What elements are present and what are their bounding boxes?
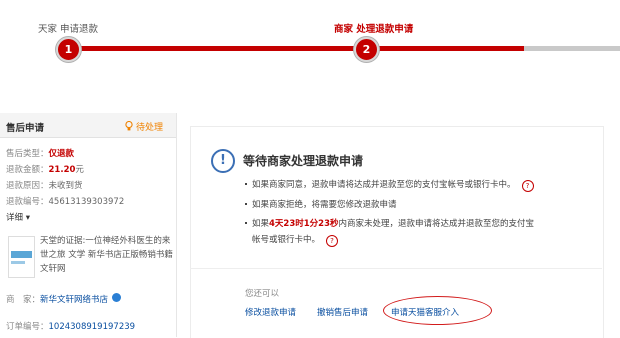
bullet-merchant-reject-text: 如果商家拒绝，将需要您修改退款申请 xyxy=(252,200,397,210)
refund-type-row: 售后类型：仅退款 xyxy=(6,147,74,159)
step2-label: 商家 处理退款申请 xyxy=(334,24,414,35)
refund-amount-key: 退款金额： xyxy=(6,165,49,175)
order-number-link[interactable]: 1024308919197239 xyxy=(49,322,136,332)
also-can-label: 您还可以 xyxy=(245,289,280,299)
pending-status: 待处理 xyxy=(125,120,163,133)
shop-link[interactable]: 新华文轩网络书店 xyxy=(40,295,108,305)
refund-amount-value: 21.20 xyxy=(48,165,76,175)
cancel-after-sale-link[interactable]: 撤销售后申请 xyxy=(317,306,368,318)
card-divider xyxy=(190,268,602,269)
product-title-link[interactable]: 天堂的证据:一位神经外科医生的来世之旅 文学 新华书店正版畅销书籍 文轩网 xyxy=(40,234,174,276)
modify-refund-link[interactable]: 修改退款申请 xyxy=(245,306,296,318)
help-icon[interactable]: ? xyxy=(521,180,534,192)
bulb-icon xyxy=(125,121,133,131)
refund-type-value: 仅退款 xyxy=(48,149,75,159)
progress-track-remaining xyxy=(524,46,620,51)
refund-number-row: 退款编号：45613139303972 xyxy=(6,195,124,207)
bullet-timeout: 如果4天23时1分23秒内商家未处理，退款申请将达成并退款至您的支付宝 xyxy=(245,217,534,229)
step2-circle: 2 xyxy=(354,37,379,62)
bullet-timeout-rest: 内商家未处理，退款申请将达成并退款至您的支付宝 xyxy=(338,219,535,229)
refund-amount-unit: 元 xyxy=(75,165,84,175)
highlight-oval xyxy=(383,296,492,325)
shop-key: 商 家： xyxy=(6,295,41,305)
bullet-timeout-line2: 帐号或银行卡中。? xyxy=(252,233,339,247)
step1-circle: 1 xyxy=(56,37,81,62)
after-sale-title: 售后申请 xyxy=(6,123,45,134)
refund-reason-value: 未收到货 xyxy=(48,181,83,191)
order-row: 订单编号：1024308919197239 xyxy=(6,320,135,332)
chat-icon[interactable] xyxy=(112,293,122,302)
shop-row: 商 家：新华文轩网络书店 xyxy=(6,293,122,305)
refund-type-key: 售后类型： xyxy=(6,149,49,159)
refund-reason-key: 退款原因： xyxy=(6,181,49,191)
info-icon: ! xyxy=(211,149,235,173)
bullet-timeout-prefix: 如果 xyxy=(252,219,270,229)
card-title: 等待商家处理退款申请 xyxy=(243,154,364,168)
order-key: 订单编号： xyxy=(6,322,49,332)
step1-label: 天家 申请退款 xyxy=(38,24,99,35)
bullet-merchant-agree-text: 如果商家同意，退款申请将达成并退款至您的支付宝帐号或银行卡中。 xyxy=(252,180,516,190)
refund-number-value: 45613139303972 xyxy=(48,197,125,207)
help-icon[interactable]: ? xyxy=(326,235,339,247)
refund-reason-row: 退款原因：未收到货 xyxy=(6,179,83,191)
refund-amount-row: 退款金额：21.20元 xyxy=(6,163,84,175)
after-sale-panel: 售后申请 待处理 售后类型：仅退款 退款金额：21.20元 退款原因：未收到货 … xyxy=(0,113,177,337)
detail-toggle[interactable]: 详细 ▾ xyxy=(6,211,30,223)
progress-track-done xyxy=(66,46,524,51)
bullet-merchant-reject: 如果商家拒绝，将需要您修改退款申请 xyxy=(245,198,397,210)
bullet-timeout-rest2: 帐号或银行卡中。 xyxy=(252,235,321,245)
pending-status-label: 待处理 xyxy=(136,123,164,133)
countdown-timer: 4天23时1分23秒 xyxy=(269,219,339,229)
refund-number-key: 退款编号： xyxy=(6,197,49,207)
product-thumbnail[interactable] xyxy=(8,236,35,278)
bullet-merchant-agree: 如果商家同意，退款申请将达成并退款至您的支付宝帐号或银行卡中。? xyxy=(245,178,534,192)
